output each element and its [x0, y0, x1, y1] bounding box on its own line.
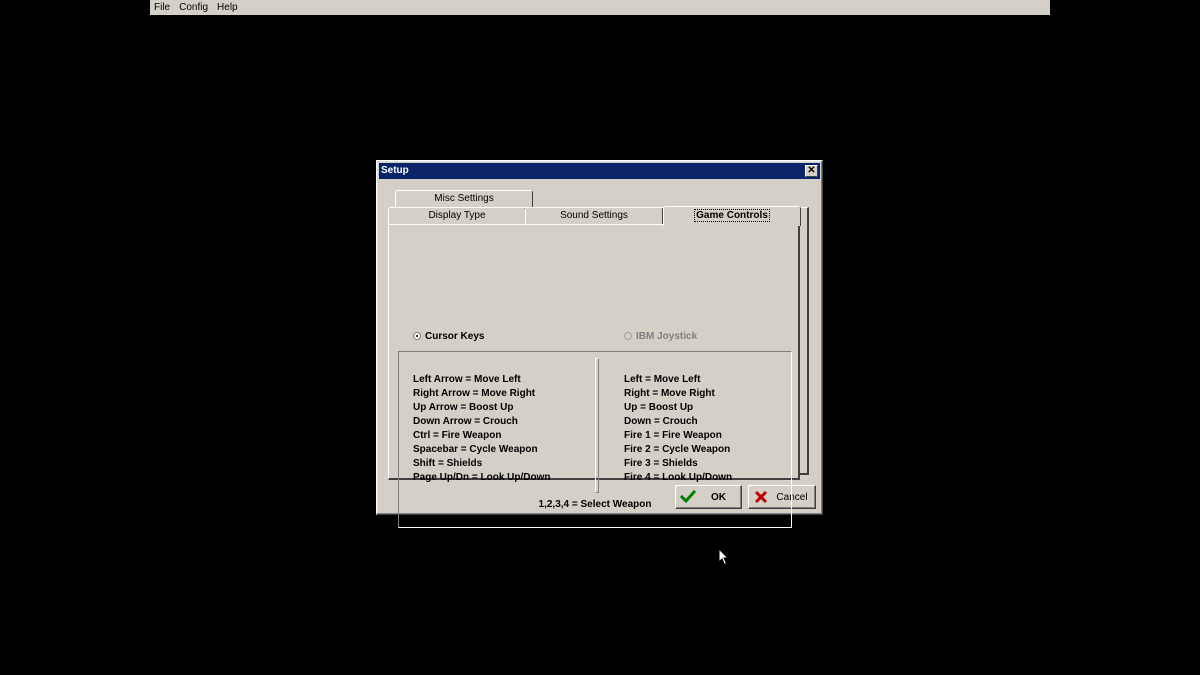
joystick-mapping: Fire 2 = Cycle Weapon — [624, 444, 731, 455]
joystick-mapping: Down = Crouch — [624, 416, 698, 427]
joystick-mapping: Up = Boost Up — [624, 402, 694, 413]
tab-page-game-controls: Cursor Keys IBM Joystick Left Arrow = Mo… — [388, 224, 800, 528]
menu-help[interactable]: Help — [213, 0, 243, 15]
keyboard-mapping: Shift = Shields — [413, 458, 483, 469]
screen: File Config Help Setup ✕ Misc Settings D… — [0, 0, 1200, 675]
radio-unchecked-icon — [624, 332, 632, 340]
tab-game-controls[interactable]: Game Controls — [663, 206, 801, 226]
keyboard-mapping: Left Arrow = Move Left — [413, 374, 521, 385]
column-divider — [595, 358, 599, 493]
close-button[interactable]: ✕ — [805, 165, 818, 177]
tab-display-type[interactable]: Display Type — [388, 207, 526, 224]
radio-ibm-joystick: IBM Joystick — [624, 329, 697, 343]
tab-label: Game Controls — [694, 209, 770, 222]
radio-label: IBM Joystick — [636, 330, 698, 342]
keyboard-mapping: Ctrl = Fire Weapon — [413, 430, 502, 441]
select-weapon-hint: 1,2,3,4 = Select Weapon — [538, 499, 652, 510]
keyboard-mapping: Down Arrow = Crouch — [413, 416, 518, 427]
radio-checked-icon — [413, 332, 421, 340]
close-icon: ✕ — [807, 165, 816, 176]
menu-bar: File Config Help — [150, 0, 1050, 15]
tab-label: Display Type — [428, 210, 486, 221]
joystick-mapping: Fire 3 = Shields — [624, 458, 698, 469]
menu-config[interactable]: Config — [175, 0, 213, 15]
title-bar[interactable]: Setup ✕ — [379, 163, 820, 179]
joystick-mapping: Right = Move Right — [624, 388, 715, 399]
joystick-mapping: Left = Move Left — [624, 374, 701, 385]
radio-cursor-keys[interactable]: Cursor Keys — [413, 329, 484, 343]
menu-file[interactable]: File — [150, 0, 175, 15]
setup-dialog: Setup ✕ Misc Settings Display Type Sound… — [376, 160, 823, 528]
tab-sound-settings[interactable]: Sound Settings — [525, 207, 663, 224]
mouse-pointer-icon — [718, 548, 730, 566]
keyboard-mapping: Up Arrow = Boost Up — [413, 402, 514, 413]
keyboard-mapping-list: Left Arrow = Move Left Right Arrow = Mov… — [413, 373, 551, 485]
controls-panel: Left Arrow = Move Left Right Arrow = Mov… — [398, 351, 792, 528]
joystick-mapping-list: Left = Move Left Right = Move Right Up =… — [624, 373, 732, 485]
tab-label: Sound Settings — [560, 210, 628, 221]
keyboard-mapping: Spacebar = Cycle Weapon — [413, 444, 538, 455]
tab-label: Misc Settings — [434, 193, 494, 204]
joystick-mapping: Fire 1 = Fire Weapon — [624, 430, 722, 441]
joystick-mapping: Fire 4 = Look Up/Down — [624, 472, 733, 483]
tab-misc-settings[interactable]: Misc Settings — [395, 190, 533, 207]
dialog-title: Setup — [381, 165, 409, 176]
keyboard-mapping: Right Arrow = Move Right — [413, 388, 536, 399]
radio-label: Cursor Keys — [425, 330, 485, 342]
keyboard-mapping: Page Up/Dn = Look Up/Down — [413, 472, 551, 483]
